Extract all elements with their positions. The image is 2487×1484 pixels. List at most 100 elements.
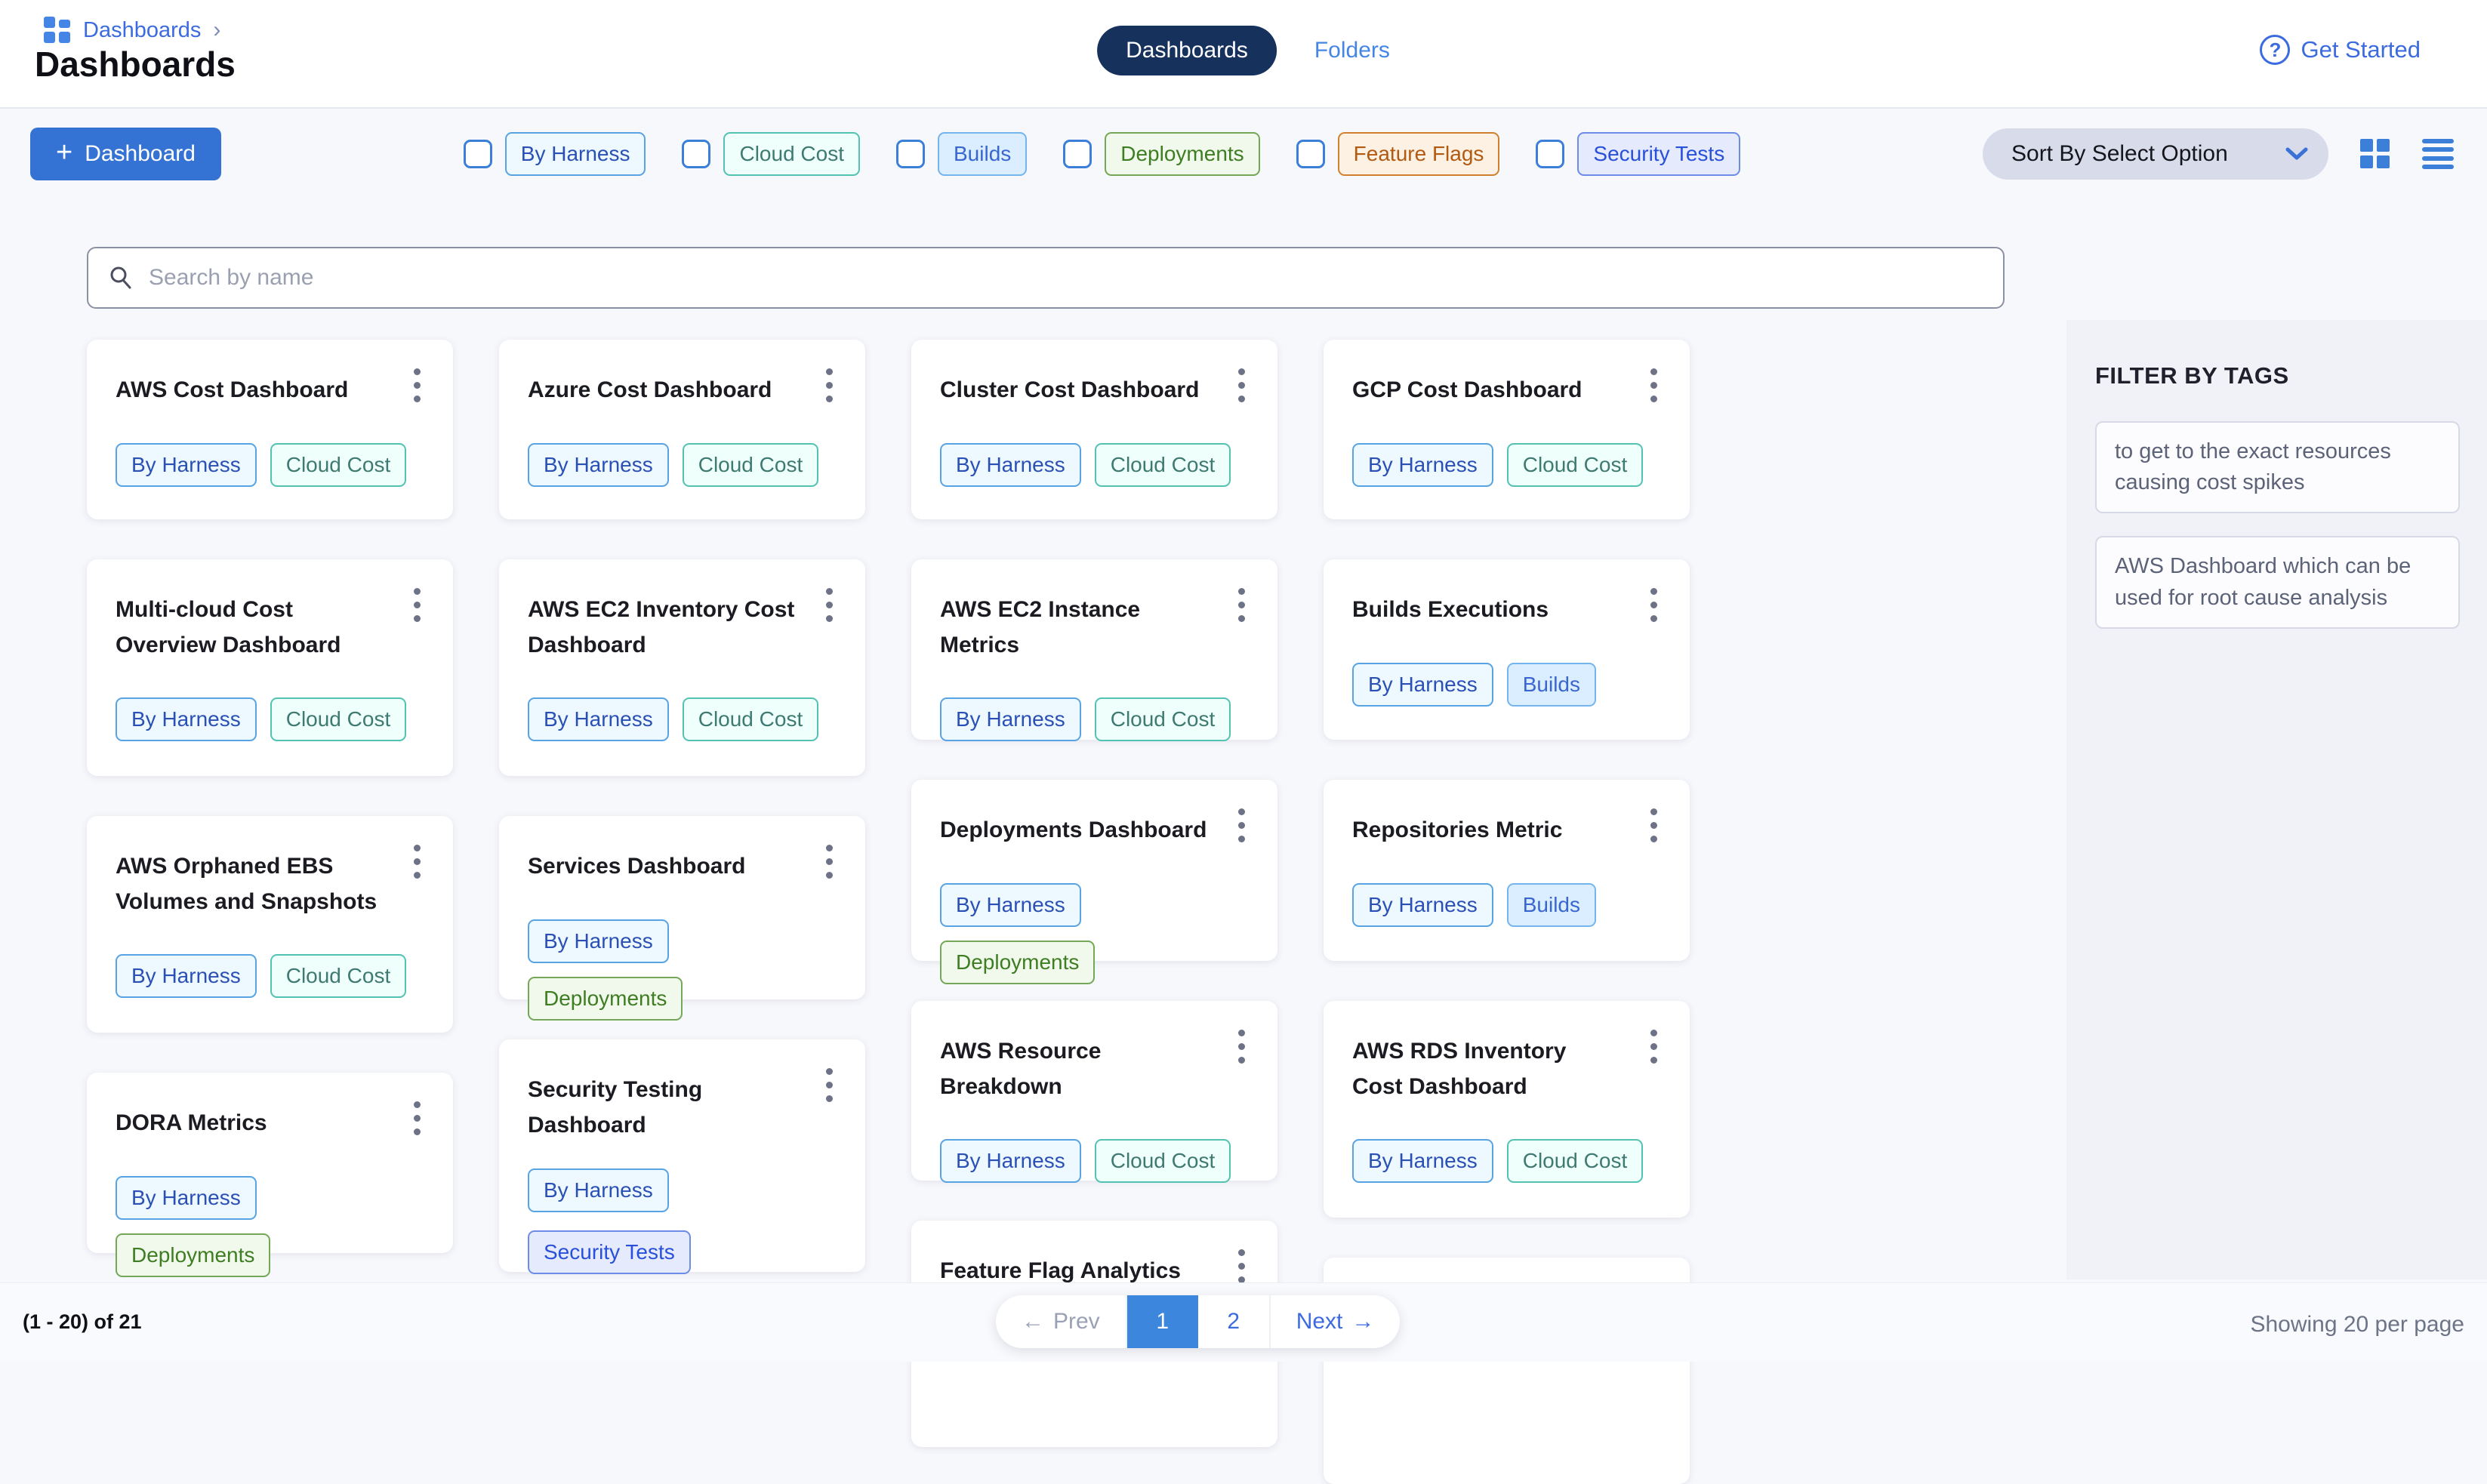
checkbox-security-tests[interactable] xyxy=(1536,140,1564,168)
dashboard-card-gcp-cost-dashboard[interactable]: GCP Cost DashboardBy HarnessCloud Cost xyxy=(1324,340,1690,519)
dashboard-card-services-dashboard[interactable]: Services DashboardBy HarnessDeployments xyxy=(499,816,865,999)
dashboard-card-aws-ec2-inventory-cost-dashboard[interactable]: AWS EC2 Inventory Cost DashboardBy Harne… xyxy=(499,559,865,776)
kebab-menu-icon[interactable] xyxy=(400,842,433,882)
kebab-menu-icon[interactable] xyxy=(812,842,846,882)
tag-by-harness[interactable]: By Harness xyxy=(116,954,257,998)
tag-by-harness[interactable]: By Harness xyxy=(505,132,646,176)
question-mark-icon: ? xyxy=(2260,35,2290,65)
tag-cloud-cost[interactable]: Cloud Cost xyxy=(1507,1139,1644,1183)
dashboard-card-aws-ec2-instance-metrics[interactable]: AWS EC2 Instance Metrics By Harness Cloud … xyxy=(911,559,1277,740)
tag-cloud-cost[interactable]: Cloud Cost xyxy=(270,443,407,487)
next-page-button[interactable]: Next → xyxy=(1269,1295,1401,1348)
tag-cloud-cost[interactable]: Cloud Cost xyxy=(683,443,819,487)
kebab-menu-icon[interactable] xyxy=(1225,1246,1258,1286)
dashboard-card-multi-cloud-cost-overview-dashboard[interactable]: Multi-cloud Cost Overview DashboardBy Ha… xyxy=(87,559,453,776)
tag-deployments[interactable]: Deployments xyxy=(528,977,683,1021)
tag-by-harness[interactable]: By Harness xyxy=(940,1139,1081,1183)
tag-builds[interactable]: Builds xyxy=(938,132,1027,176)
new-dashboard-label: Dashboard xyxy=(85,141,196,167)
tag-by-harness[interactable]: By Harness xyxy=(528,1168,669,1212)
kebab-menu-icon[interactable] xyxy=(1225,365,1258,405)
dashboard-card-deployments-dashboard[interactable]: Deployments DashboardBy HarnessDeploymen… xyxy=(911,780,1277,961)
prev-page-button[interactable]: ← Prev xyxy=(996,1295,1127,1348)
tag-by-harness[interactable]: By Harness xyxy=(940,697,1081,741)
kebab-menu-icon[interactable] xyxy=(1225,585,1258,625)
kebab-menu-icon[interactable] xyxy=(1637,805,1670,845)
checkbox-feature-flags[interactable] xyxy=(1296,140,1325,168)
tag-by-harness[interactable]: By Harness xyxy=(528,697,669,741)
dashboard-card-azure-cost-dashboard[interactable]: Azure Cost DashboardBy HarnessCloud Cost xyxy=(499,340,865,519)
dashboard-card-repositories-metric[interactable]: Repositories MetricBy HarnessBuilds xyxy=(1324,780,1690,961)
dashboard-card-builds-executions[interactable]: Builds ExecutionsBy HarnessBuilds xyxy=(1324,559,1690,740)
top-header: Dashboards › Dashboards Dashboards Folder… xyxy=(0,0,2487,109)
tag-by-harness[interactable]: By Harness xyxy=(116,443,257,487)
tag-by-harness[interactable]: By Harness xyxy=(940,443,1081,487)
list-view-icon[interactable] xyxy=(2422,139,2454,169)
tab-dashboards[interactable]: Dashboards xyxy=(1097,26,1277,75)
dashboard-card-aws-orphaned-ebs-volumes-and-snapshots[interactable]: AWS Orphaned EBS Volumes and SnapshotsBy… xyxy=(87,816,453,1033)
tag-by-harness[interactable]: By Harness xyxy=(116,697,257,741)
kebab-menu-icon[interactable] xyxy=(400,585,433,625)
dashboard-card-aws-rds-inventory-cost-dashboard[interactable]: AWS RDS Inventory Cost DashboardBy Harne… xyxy=(1324,1001,1690,1218)
tab-folders[interactable]: Folders xyxy=(1314,38,1390,63)
checkbox-cloud-cost[interactable] xyxy=(682,140,710,168)
search-bar xyxy=(87,247,2005,309)
chevron-right-icon: › xyxy=(213,17,220,43)
checkbox-by-harness[interactable] xyxy=(464,140,492,168)
tag-by-harness[interactable]: By Harness xyxy=(1352,443,1493,487)
tag-by-harness[interactable]: By Harness xyxy=(116,1176,257,1220)
tag-by-harness[interactable]: By Harness xyxy=(940,883,1081,927)
tag-by-harness[interactable]: By Harness xyxy=(1352,663,1493,707)
tag-cloud-cost[interactable]: Cloud Cost xyxy=(1095,1139,1231,1183)
kebab-menu-icon[interactable] xyxy=(1637,1027,1670,1067)
tag-deployments[interactable]: Deployments xyxy=(116,1233,270,1277)
dashboard-card-dora-metrics[interactable]: DORA MetricsBy HarnessDeployments xyxy=(87,1073,453,1253)
sort-by-dropdown[interactable]: Sort By Select Option xyxy=(1983,128,2328,180)
tag-cloud-cost[interactable]: Cloud Cost xyxy=(270,954,407,998)
kebab-menu-icon[interactable] xyxy=(1637,585,1670,625)
tag-cloud-cost[interactable]: Cloud Cost xyxy=(1095,697,1231,741)
tag-security-tests[interactable]: Security Tests xyxy=(528,1230,691,1274)
tag-feature-flags[interactable]: Feature Flags xyxy=(1338,132,1500,176)
checkbox-deployments[interactable] xyxy=(1063,140,1092,168)
tag-cloud-cost[interactable]: Cloud Cost xyxy=(1095,443,1231,487)
tag-cloud-cost[interactable]: Cloud Cost xyxy=(723,132,860,176)
kebab-menu-icon[interactable] xyxy=(1637,365,1670,405)
kebab-menu-icon[interactable] xyxy=(812,585,846,625)
results-range: (1 - 20) of 21 xyxy=(23,1310,142,1334)
tag-cloud-cost[interactable]: Cloud Cost xyxy=(1507,443,1644,487)
tag-cloud-cost[interactable]: Cloud Cost xyxy=(683,697,819,741)
dashboard-card-security-testing-dashboard[interactable]: Security Testing DashboardBy HarnessSecu… xyxy=(499,1039,865,1272)
dashboard-card-aws-resource-breakdown[interactable]: AWS Resource BreakdownBy HarnessCloud Co… xyxy=(911,1001,1277,1181)
dashboard-card-cluster-cost-dashboard[interactable]: Cluster Cost DashboardBy HarnessCloud Co… xyxy=(911,340,1277,519)
page-button-2[interactable]: 2 xyxy=(1198,1295,1269,1348)
dashboard-card-aws-cost-dashboard[interactable]: AWS Cost DashboardBy HarnessCloud Cost xyxy=(87,340,453,519)
new-dashboard-button[interactable]: + Dashboard xyxy=(30,128,221,180)
kebab-menu-icon[interactable] xyxy=(812,365,846,405)
tag-by-harness[interactable]: By Harness xyxy=(1352,883,1493,927)
tag-by-harness[interactable]: By Harness xyxy=(528,919,669,963)
page-button-1[interactable]: 1 xyxy=(1127,1295,1198,1348)
kebab-menu-icon[interactable] xyxy=(400,1098,433,1138)
card-title: AWS EC2 Instance Metrics xyxy=(940,593,1249,663)
tag-by-harness[interactable]: By Harness xyxy=(528,443,669,487)
filter-tag[interactable]: AWS Dashboard which can be used for root… xyxy=(2095,536,2460,628)
kebab-menu-icon[interactable] xyxy=(400,365,433,405)
tag-builds[interactable]: Builds xyxy=(1507,883,1596,927)
tag-by-harness[interactable]: By Harness xyxy=(1352,1139,1493,1183)
filter-tag[interactable]: to get to the exact resources causing co… xyxy=(2095,421,2460,513)
checkbox-builds[interactable] xyxy=(896,140,925,168)
kebab-menu-icon[interactable] xyxy=(1225,805,1258,845)
tag-builds[interactable]: Builds xyxy=(1507,663,1596,707)
grid-view-icon[interactable] xyxy=(2360,139,2390,169)
tag-cloud-cost[interactable]: Cloud Cost xyxy=(270,697,407,741)
get-started-link[interactable]: ? Get Started xyxy=(2260,35,2421,65)
search-input[interactable] xyxy=(147,264,1983,291)
kebab-menu-icon[interactable] xyxy=(812,1065,846,1105)
breadcrumb[interactable]: Dashboards › xyxy=(44,17,220,44)
tag-security-tests[interactable]: Security Tests xyxy=(1577,132,1740,176)
breadcrumb-label[interactable]: Dashboards xyxy=(83,18,201,43)
tag-deployments[interactable]: Deployments xyxy=(940,941,1095,984)
tag-deployments[interactable]: Deployments xyxy=(1105,132,1259,176)
kebab-menu-icon[interactable] xyxy=(1225,1027,1258,1067)
